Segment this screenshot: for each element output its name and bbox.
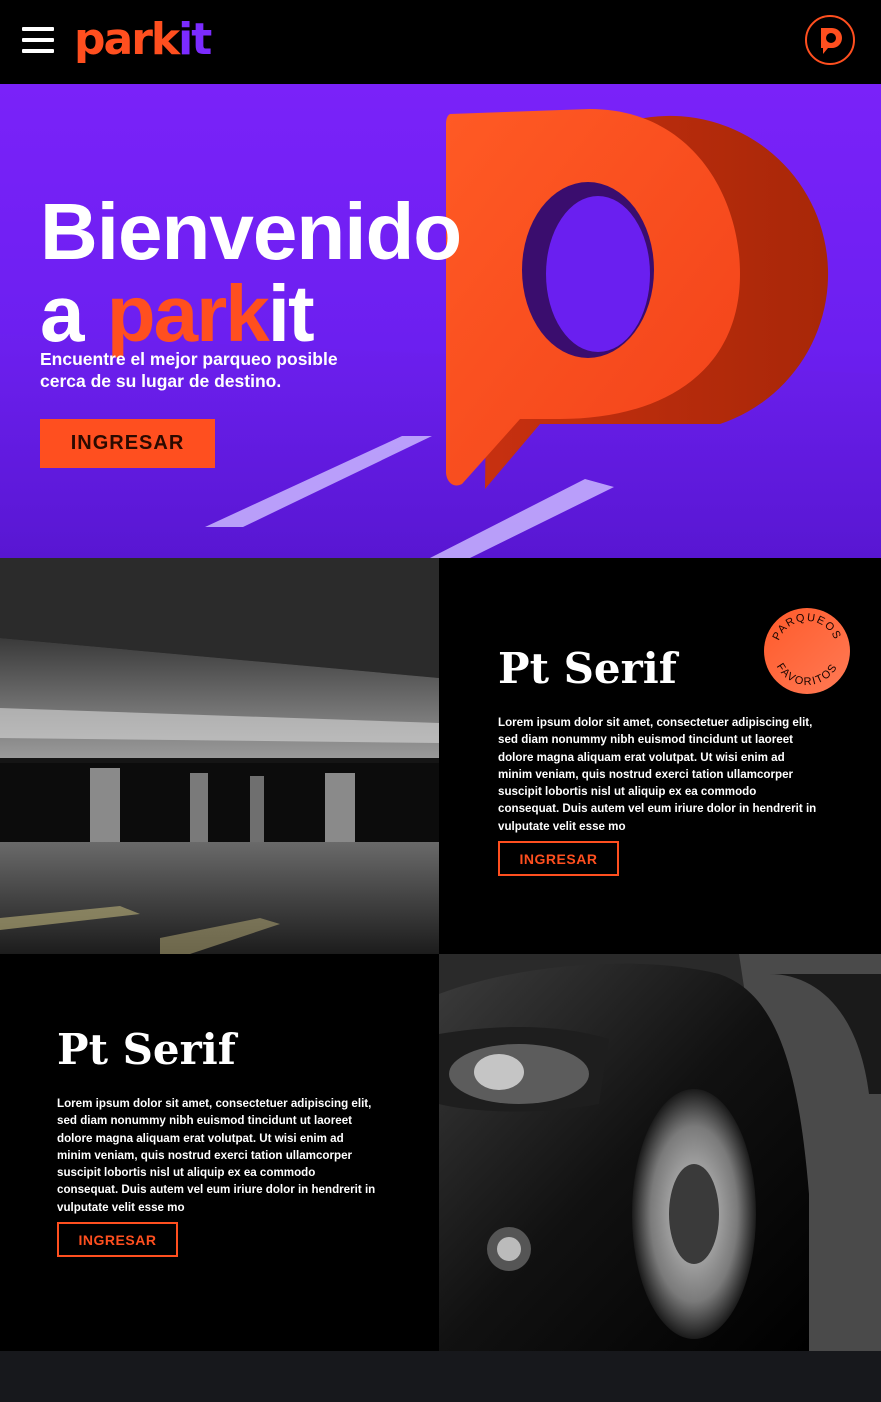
- hero-title-park: park: [106, 269, 270, 358]
- section2-ingresar-button[interactable]: INGRESAR: [57, 1222, 178, 1257]
- section2-title: Pt Serif: [57, 1025, 236, 1074]
- hero-title-prefix: a: [40, 269, 85, 358]
- section1-title: Pt Serif: [498, 644, 677, 693]
- section1-ingresar-button[interactable]: INGRESAR: [498, 841, 619, 876]
- logo-it: it: [178, 14, 212, 65]
- p-logo-icon[interactable]: [805, 15, 855, 65]
- logo-park: park: [74, 14, 180, 65]
- hero-title: Bienvenido: [40, 187, 462, 276]
- hero-ingresar-button[interactable]: INGRESAR: [40, 419, 215, 468]
- hero-title-line2: a parkit: [40, 274, 315, 354]
- hero-banner: Bienvenido a parkit Encuentre el mejor p…: [0, 84, 881, 558]
- parkit-logo[interactable]: parkit: [74, 12, 212, 68]
- parking-garage-photo: [0, 558, 439, 954]
- header: parkit: [0, 0, 881, 84]
- footer: [0, 1351, 881, 1402]
- section2-body: Lorem ipsum dolor sit amet, consectetuer…: [57, 1097, 376, 1214]
- hero-subtitle: Encuentre el mejor parqueo posible cerca…: [40, 349, 338, 391]
- favoritos-badge[interactable]: PARQUEOS FAVORITOS: [763, 607, 851, 695]
- hero-title-it: it: [267, 269, 315, 358]
- menu-icon[interactable]: [22, 27, 54, 53]
- car-photo: [439, 954, 881, 1351]
- section1-body: Lorem ipsum dolor sit amet, consectetuer…: [498, 716, 817, 833]
